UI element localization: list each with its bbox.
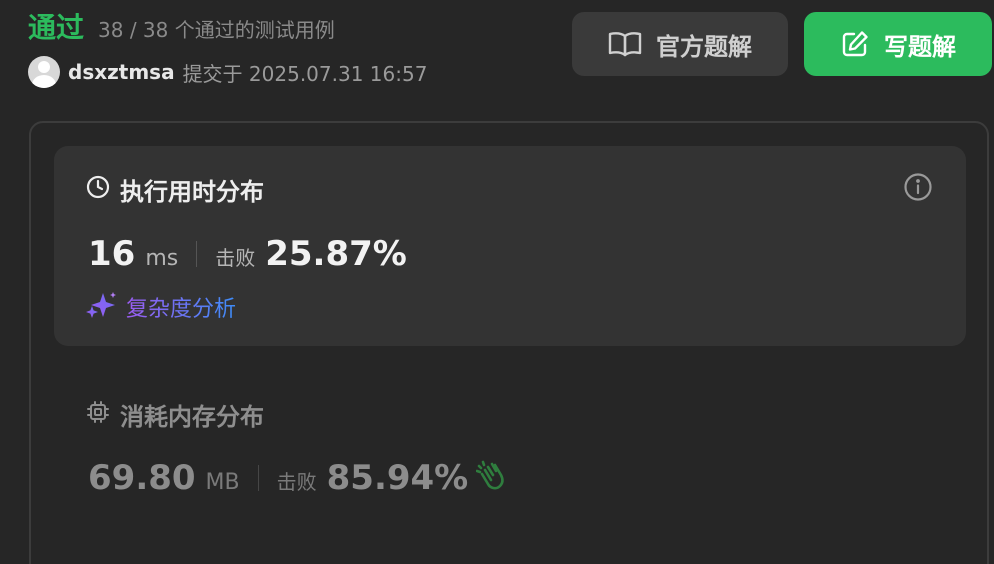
memory-value: 69.80 [88, 458, 196, 498]
divider [196, 241, 198, 267]
memory-metric: 69.80 MB 击败 85.94% [88, 458, 506, 498]
official-solution-label: 官方题解 [656, 32, 752, 61]
book-open-icon [608, 30, 642, 58]
memory-title[interactable]: 消耗内存分布 [86, 397, 264, 432]
complexity-analysis-text: 复杂度分析 [126, 291, 236, 323]
runtime-unit: ms [145, 246, 179, 271]
info-icon[interactable] [903, 172, 933, 206]
edit-icon [840, 29, 870, 59]
avatar[interactable] [28, 56, 60, 88]
username[interactable]: dsxztmsa [68, 60, 175, 84]
official-solution-button[interactable]: 官方题解 [572, 12, 788, 76]
memory-unit: MB [205, 470, 240, 495]
memory-title-text: 消耗内存分布 [120, 403, 264, 431]
status-text: 通过 [28, 11, 85, 44]
memory-beat-label: 击败 [276, 470, 317, 494]
runtime-title-text: 执行用时分布 [120, 178, 264, 206]
divider [257, 465, 259, 491]
runtime-beat-label: 击败 [215, 246, 256, 270]
chip-icon [86, 400, 110, 430]
runtime-title: 执行用时分布 [86, 172, 264, 207]
runtime-value: 16 [88, 234, 136, 274]
submission-result-page: 通过 38 / 38 个通过的测试用例 dsxztmsa 提交于 2025.07… [0, 0, 994, 564]
status-header: 通过 38 / 38 个通过的测试用例 [28, 6, 335, 46]
clock-icon [86, 175, 110, 205]
write-solution-label: 写题解 [884, 32, 956, 61]
clapping-hands-icon [475, 460, 506, 496]
test-case-count: 38 / 38 个通过的测试用例 [98, 18, 335, 42]
submitted-time: 提交于 2025.07.31 16:57 [182, 61, 428, 86]
complexity-analysis-link[interactable]: 复杂度分析 [86, 290, 236, 324]
submission-author: dsxztmsa 提交于 2025.07.31 16:57 [28, 56, 427, 88]
write-solution-button[interactable]: 写题解 [804, 12, 992, 76]
runtime-beat-percent: 25.87% [265, 234, 407, 274]
runtime-metric: 16 ms 击败 25.87% [88, 234, 407, 274]
sparkle-icon [86, 290, 116, 324]
memory-beat-percent: 85.94% [326, 458, 469, 498]
